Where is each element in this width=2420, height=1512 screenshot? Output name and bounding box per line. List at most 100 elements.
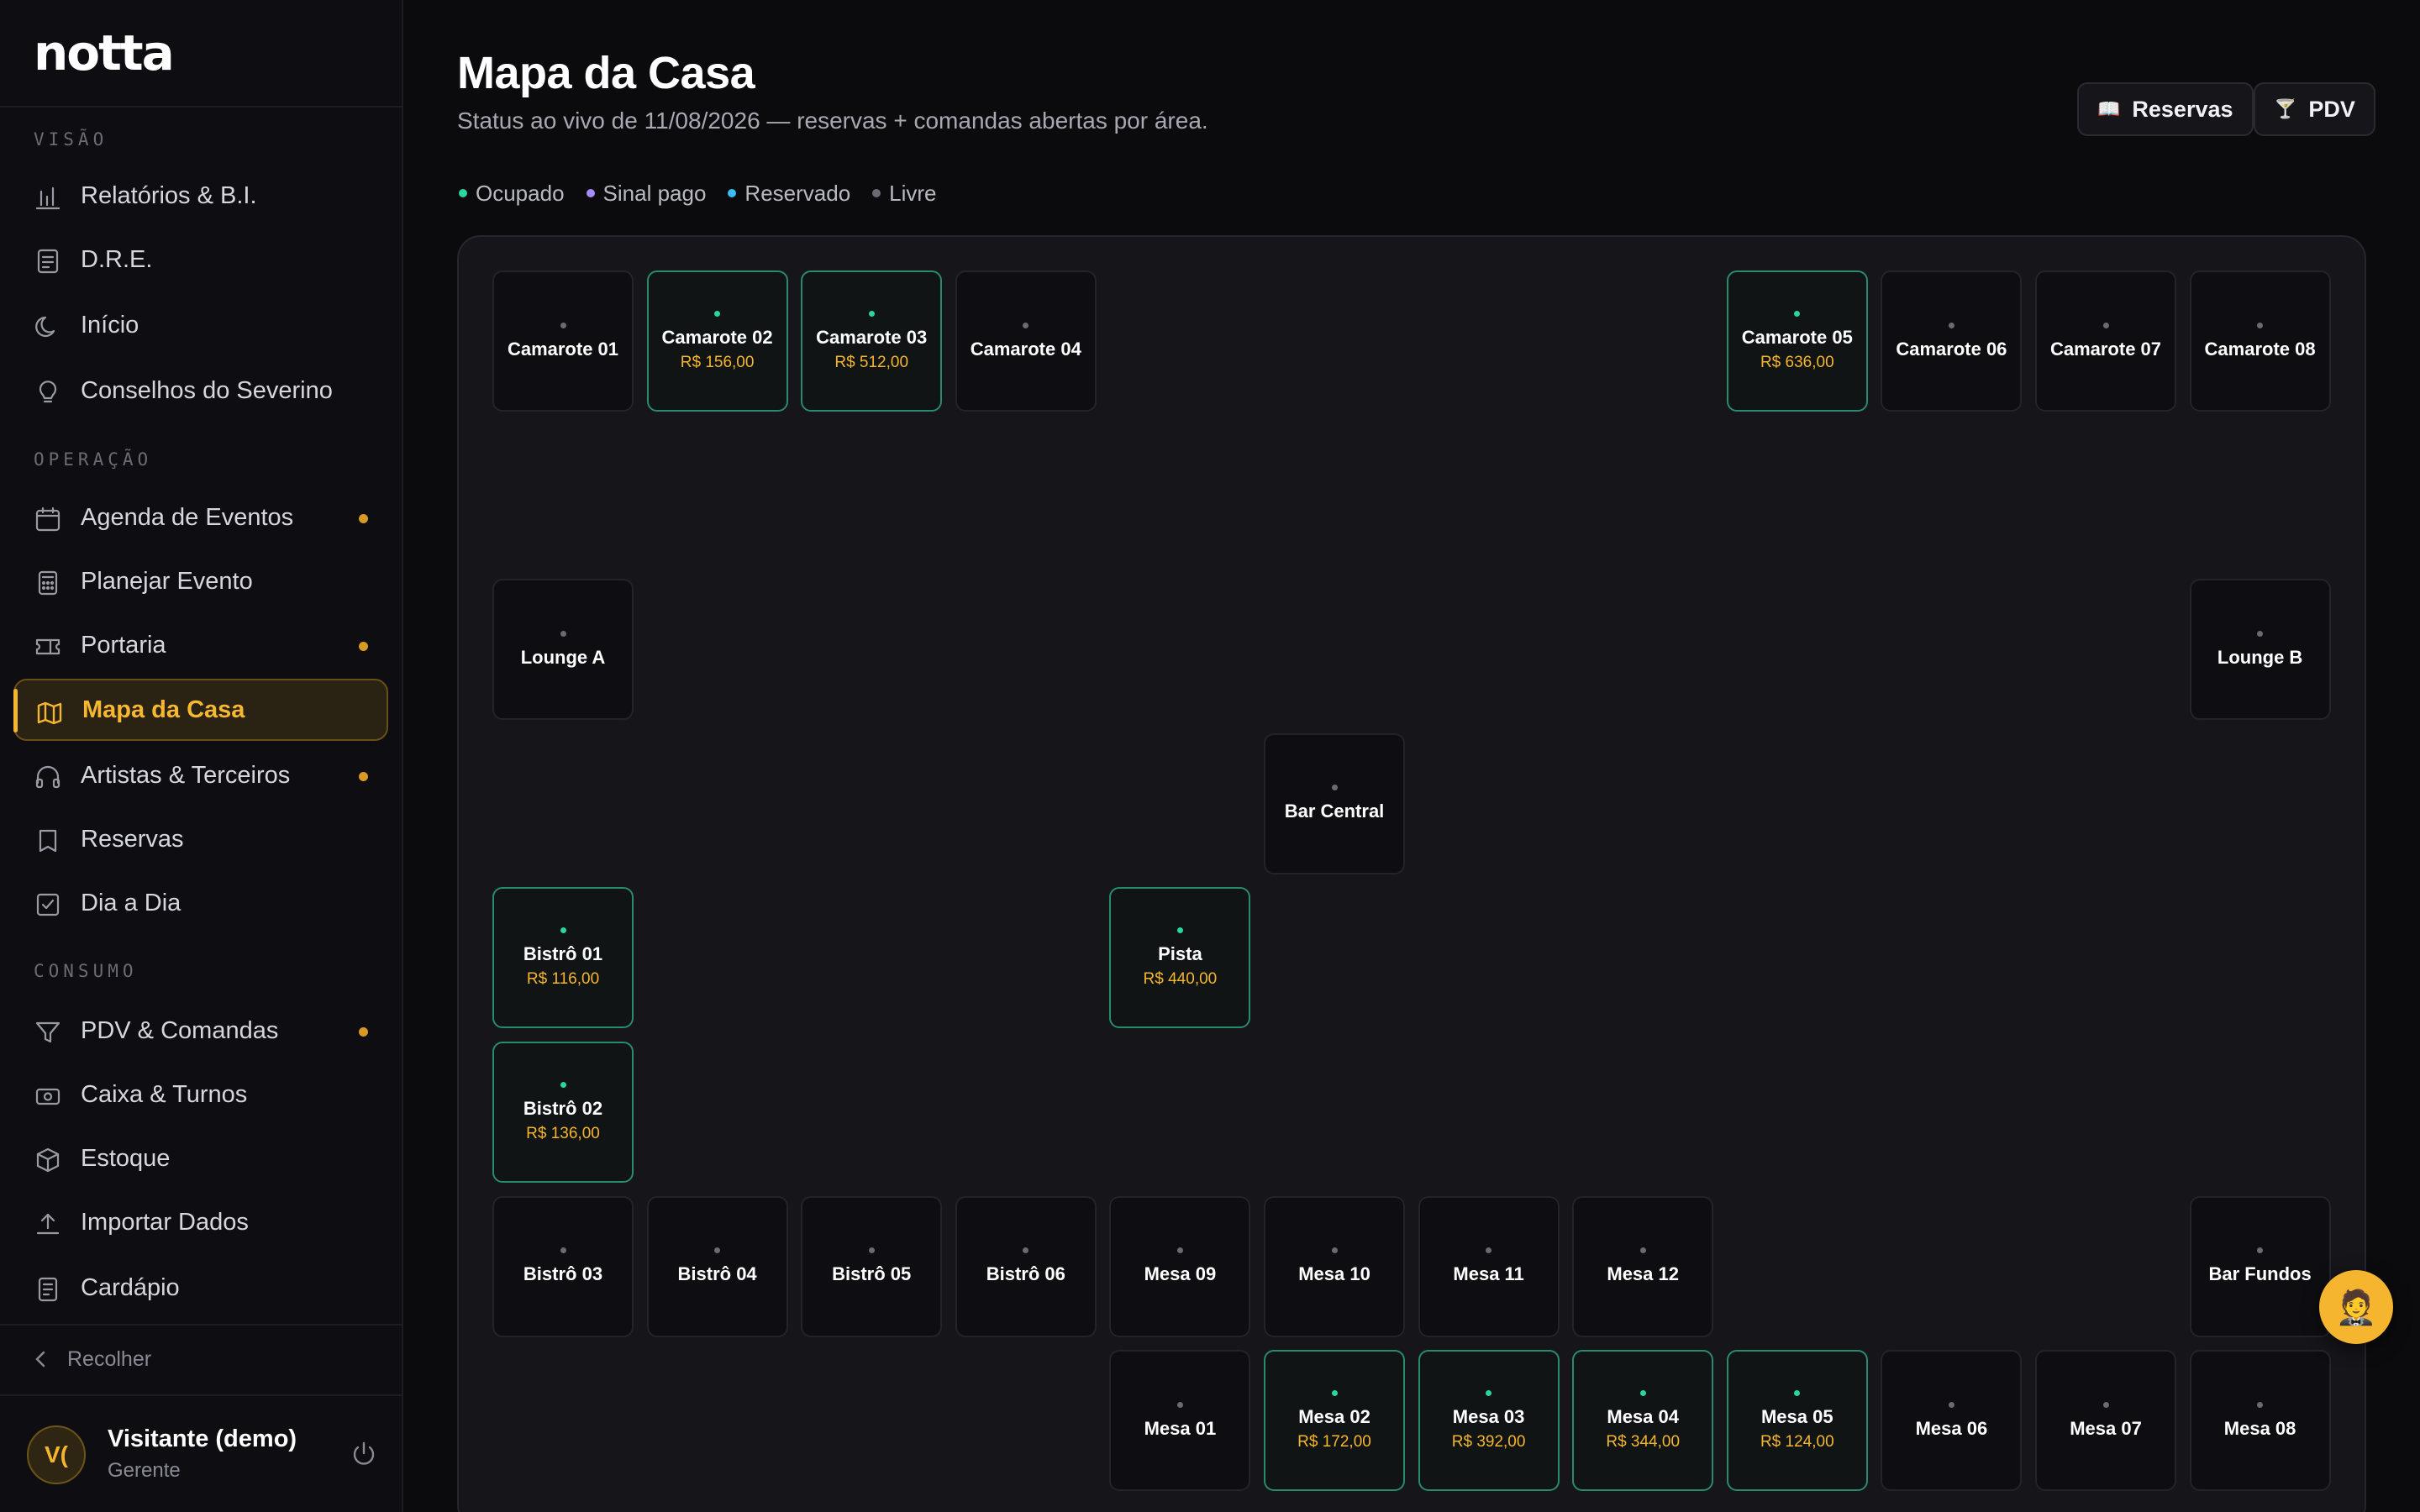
sidebar-item-label: Estoque: [81, 1144, 171, 1172]
document-icon: [37, 249, 59, 274]
area-tile-bistro-05[interactable]: Bistrô 05: [801, 1195, 943, 1337]
legend-dot: [586, 189, 595, 197]
area-tile-mesa-10[interactable]: Mesa 10: [1264, 1195, 1405, 1337]
area-name: Bistrô 06: [986, 1263, 1065, 1285]
area-name: Mesa 02: [1298, 1405, 1370, 1427]
area-tile-mesa-07[interactable]: Mesa 07: [2035, 1350, 2176, 1492]
area-name: Pista: [1158, 942, 1202, 964]
area-name: Lounge B: [2217, 646, 2303, 668]
reservas-button[interactable]: 📖 Reservas: [2077, 82, 2254, 136]
power-icon[interactable]: [350, 1440, 378, 1468]
area-tile-bistro-06[interactable]: Bistrô 06: [955, 1195, 1097, 1337]
area-tile-mesa-08[interactable]: Mesa 08: [2189, 1350, 2331, 1492]
sidebar-item-agenda-de-eventos[interactable]: Agenda de Eventos: [13, 486, 388, 549]
status-dot: [1948, 1401, 1954, 1408]
sidebar-item-conselhos-do-severino[interactable]: Conselhos do Severino: [13, 360, 388, 422]
sidebar-item-planejar-evento[interactable]: Planejar Evento: [13, 550, 388, 612]
legend-dot: [459, 189, 467, 197]
bookmark-icon: [39, 829, 57, 853]
area-tile-mesa-02[interactable]: Mesa 02 R$ 172,00: [1264, 1350, 1405, 1492]
sidebar-item-mapa-da-casa[interactable]: Mapa da Casa: [13, 679, 388, 741]
status-dot: [560, 927, 566, 933]
sidebar-item-estoque[interactable]: Estoque: [13, 1127, 388, 1189]
assistant-button[interactable]: 🤵: [2319, 1270, 2393, 1344]
area-tile-mesa-05[interactable]: Mesa 05 R$ 124,00: [1726, 1350, 1868, 1492]
area-tile-pista[interactable]: Pista R$ 440,00: [1109, 887, 1251, 1029]
area-tile-bar-fundos[interactable]: Bar Fundos: [2189, 1195, 2331, 1337]
status-dot: [560, 630, 566, 637]
area-tile-camarote-04[interactable]: Camarote 04: [955, 270, 1097, 412]
status-dot: [560, 1081, 566, 1088]
pdv-button[interactable]: 🍸 PDV: [2254, 82, 2375, 136]
calculator-icon: [38, 570, 58, 596]
area-name: Mesa 06: [1915, 1417, 1988, 1439]
status-dot: [2102, 1401, 2109, 1408]
sidebar-item-inicio[interactable]: Início: [13, 294, 388, 356]
sidebar-item-pdv-comandas[interactable]: PDV & Comandas: [13, 1000, 388, 1062]
legend-item-sinal-pago: Sinal pago: [586, 181, 706, 207]
area-tile-camarote-06[interactable]: Camarote 06: [1881, 270, 2023, 412]
status-dot: [1176, 927, 1183, 933]
lightbulb-icon: [39, 381, 57, 403]
area-tile-mesa-03[interactable]: Mesa 03 R$ 392,00: [1418, 1350, 1560, 1492]
legend-label: Ocupado: [476, 180, 565, 206]
legend-item-livre: Livre: [872, 181, 937, 207]
sidebar-item-portaria[interactable]: Portaria: [13, 614, 388, 676]
area-tile-camarote-01[interactable]: Camarote 01: [492, 270, 634, 412]
area-tile-mesa-09[interactable]: Mesa 09: [1109, 1195, 1251, 1337]
notification-dot: [359, 642, 368, 651]
sidebar-item-reservas[interactable]: Reservas: [13, 808, 388, 870]
status-dot: [2257, 1247, 2264, 1254]
sidebar-item-caixa-turnos[interactable]: Caixa & Turnos: [13, 1063, 388, 1126]
area-name: Mesa 01: [1144, 1417, 1217, 1439]
book-icon: 📖: [2097, 98, 2121, 119]
status-dot: [2257, 1401, 2264, 1408]
area-name: Bar Central: [1284, 801, 1385, 822]
area-tile-bistro-03[interactable]: Bistrô 03: [492, 1195, 634, 1337]
logo-text: notta: [34, 24, 175, 81]
area-name: Bistrô 03: [523, 1263, 603, 1285]
sidebar-item-d-r-e[interactable]: D.R.E.: [13, 228, 388, 291]
status-dot: [1486, 1247, 1492, 1254]
avatar[interactable]: V(: [27, 1425, 86, 1484]
sidebar-item-relatorios-b-i[interactable]: Relatórios & B.I.: [13, 165, 388, 227]
area-tile-mesa-06[interactable]: Mesa 06: [1881, 1350, 2023, 1492]
area-tile-bar-central[interactable]: Bar Central: [1264, 732, 1405, 874]
area-tile-bistro-01[interactable]: Bistrô 01 R$ 116,00: [492, 887, 634, 1029]
area-tile-camarote-07[interactable]: Camarote 07: [2035, 270, 2176, 412]
area-tile-mesa-01[interactable]: Mesa 01: [1109, 1350, 1251, 1492]
area-amount: R$ 392,00: [1451, 1432, 1526, 1451]
status-dot: [868, 310, 875, 317]
sidebar-item-cardapio[interactable]: Cardápio: [13, 1257, 388, 1319]
status-dot: [868, 1247, 875, 1254]
sidebar-item-label: Dia a Dia: [81, 889, 182, 916]
area-tile-camarote-08[interactable]: Camarote 08: [2189, 270, 2331, 412]
sidebar-item-dia-a-dia[interactable]: Dia a Dia: [13, 872, 388, 934]
area-name: Bar Fundos: [2208, 1263, 2312, 1285]
area-tile-camarote-05[interactable]: Camarote 05 R$ 636,00: [1726, 270, 1868, 412]
area-tile-lounge-a[interactable]: Lounge A: [492, 579, 634, 721]
area-tile-mesa-11[interactable]: Mesa 11: [1418, 1195, 1560, 1337]
floor-map: Camarote 01 Camarote 02 R$ 156,00 Camarote …: [457, 235, 2366, 1512]
sidebar-item-artistas-terceiros[interactable]: Artistas & Terceiros: [13, 744, 388, 806]
area-amount: R$ 116,00: [526, 969, 600, 988]
area-amount: R$ 172,00: [1297, 1432, 1371, 1451]
area-tile-bistro-04[interactable]: Bistrô 04: [646, 1195, 788, 1337]
collapse-sidebar-button[interactable]: Recolher: [34, 1342, 151, 1376]
notification-dot: [359, 1027, 368, 1037]
area-tile-lounge-b[interactable]: Lounge B: [2189, 579, 2331, 721]
sidebar-item-label: Reservas: [81, 825, 184, 853]
sidebar-item-label: PDV & Comandas: [81, 1016, 279, 1044]
sidebar-item-importar-dados[interactable]: Importar Dados: [13, 1191, 388, 1253]
area-name: Bistrô 02: [523, 1097, 603, 1119]
area-tile-mesa-04[interactable]: Mesa 04 R$ 344,00: [1572, 1350, 1714, 1492]
area-tile-camarote-03[interactable]: Camarote 03 R$ 512,00: [801, 270, 943, 412]
area-name: Mesa 05: [1760, 1405, 1833, 1427]
area-tile-mesa-12[interactable]: Mesa 12: [1572, 1195, 1714, 1337]
status-dot: [1023, 1247, 1029, 1254]
notta-logo[interactable]: notta: [34, 24, 175, 82]
area-tile-bistro-02[interactable]: Bistrô 02 R$ 136,00: [492, 1042, 634, 1183]
area-name: Mesa 12: [1607, 1263, 1679, 1285]
area-tile-camarote-02[interactable]: Camarote 02 R$ 156,00: [646, 270, 788, 412]
divider: [0, 1394, 402, 1396]
